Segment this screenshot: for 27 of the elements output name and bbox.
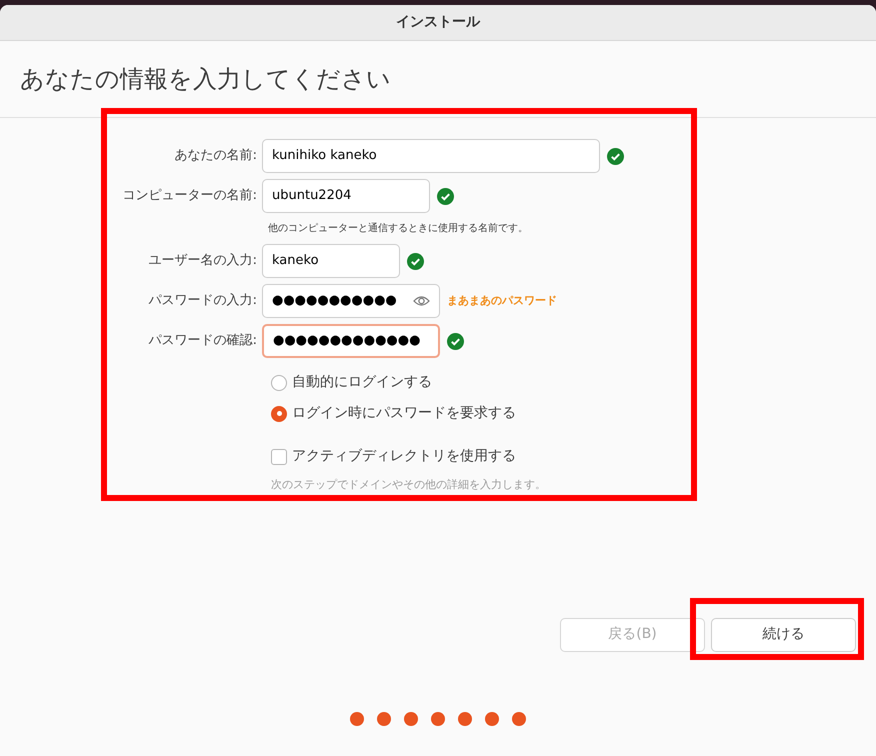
password-field[interactable]: ●●●●●●●●●●●	[262, 284, 440, 318]
radio-button[interactable]	[271, 374, 287, 390]
password-strength: まあまあのパスワード	[447, 292, 557, 309]
field-label: あなたの名前:	[174, 147, 257, 166]
field-label: ユーザー名の入力:	[148, 252, 257, 270]
window-title: インストール	[396, 13, 480, 32]
input-field[interactable]: ubuntu2204	[262, 179, 430, 213]
eye-icon[interactable]	[413, 295, 430, 307]
input-field[interactable]: kunihiko kaneko	[262, 139, 600, 173]
radio-label[interactable]: 自動的にログインする	[292, 372, 432, 393]
input-field[interactable]: kaneko	[262, 244, 400, 278]
check-icon	[407, 252, 424, 270]
input-field[interactable]: ●●●●●●●●●●●●●	[262, 324, 440, 358]
field-label: パスワードの確認:	[148, 332, 257, 350]
field-label: コンピューターの名前:	[122, 187, 257, 206]
hint-text: 他のコンピューターと通信するときに使用する名前です。	[268, 222, 529, 236]
checkbox[interactable]	[271, 448, 287, 464]
page-heading: あなたの情報を入力してください	[20, 64, 391, 95]
check-icon	[447, 332, 464, 350]
check-icon	[437, 188, 454, 204]
radio-button[interactable]	[271, 406, 287, 422]
hint-text: 次のステップでドメインやその他の詳細を入力します。	[271, 477, 547, 493]
checkbox-label[interactable]: アクティブディレクトリを使用する	[292, 446, 516, 467]
continue-button[interactable]: 続ける	[711, 618, 856, 652]
check-icon	[607, 148, 624, 164]
field-label: パスワードの入力:	[148, 292, 257, 310]
radio-label[interactable]: ログイン時にパスワードを要求する	[292, 403, 516, 424]
